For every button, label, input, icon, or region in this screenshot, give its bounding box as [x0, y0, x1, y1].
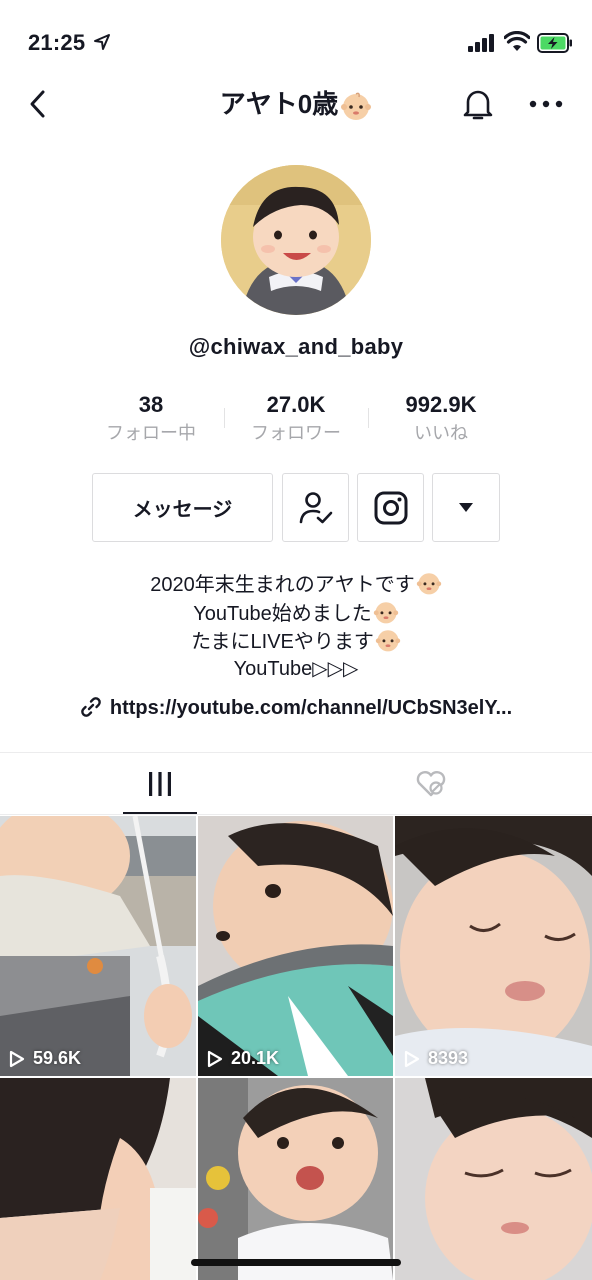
tab-liked-videos[interactable]	[394, 753, 468, 815]
avatar-photo	[221, 165, 371, 315]
play-icon	[404, 1050, 420, 1067]
video-thumbnail-image	[198, 816, 393, 1076]
battery-charging-icon	[537, 33, 572, 53]
view-count-text: 20.1K	[231, 1048, 280, 1068]
video-thumbnail-image	[198, 1078, 393, 1280]
nav-bar: アヤト0歳	[0, 76, 592, 132]
profile-bio: 2020年末生まれのアヤトです YouTube始めました たまにLIVEやります…	[0, 570, 592, 682]
user-check-icon	[299, 491, 332, 523]
link-icon	[81, 697, 101, 717]
bio-line-text: たまにLIVEやります	[191, 631, 374, 653]
bio-line-text: YouTube始めました	[193, 602, 372, 625]
caret-down-icon	[459, 503, 473, 512]
tab-videos[interactable]	[123, 753, 197, 815]
location-arrow-icon	[94, 34, 110, 50]
avatar[interactable]	[221, 165, 371, 315]
following-status-button[interactable]	[282, 473, 349, 542]
stat-divider	[368, 408, 369, 428]
username: @chiwax_and_baby	[188, 334, 404, 359]
video-thumbnail[interactable]: 59.6K	[0, 816, 196, 1076]
video-thumbnail[interactable]	[198, 1078, 393, 1280]
baby-face-emoji-icon	[375, 630, 401, 652]
profile-actions: メッセージ	[0, 473, 592, 542]
bio-line: 2020年末生まれのアヤトです	[0, 570, 592, 599]
more-options-button[interactable]	[526, 84, 566, 124]
message-button[interactable]: メッセージ	[92, 473, 273, 542]
hidden-heart-icon	[416, 771, 446, 797]
wifi-icon	[504, 31, 530, 51]
play-icon	[9, 1050, 25, 1067]
baby-face-emoji-icon	[341, 92, 372, 121]
video-thumbnail-image	[0, 816, 196, 1076]
baby-face-emoji-icon	[373, 601, 398, 623]
divider	[0, 814, 592, 815]
video-thumbnail[interactable]: 8393	[395, 816, 592, 1076]
video-thumbnail-image	[395, 816, 592, 1076]
page-title-text: アヤト0歳	[219, 89, 339, 119]
stat-followers-label: フォロワー	[251, 423, 341, 443]
bio-line: YouTube始めました	[0, 599, 592, 628]
video-thumbnail-image	[395, 1078, 592, 1280]
stat-likes[interactable]: 992.9K いいね	[371, 392, 511, 444]
stat-divider	[224, 408, 225, 428]
suggested-accounts-dropdown-button[interactable]	[432, 473, 500, 542]
status-time: 21:25	[28, 30, 86, 55]
instagram-icon	[374, 491, 407, 524]
instagram-button[interactable]	[357, 473, 424, 542]
video-thumbnail[interactable]	[0, 1078, 196, 1280]
view-count: 20.1K	[207, 1048, 279, 1069]
stat-following-value: 38	[138, 392, 164, 417]
profile-stats: 38 フォロー中 27.0K フォロワー 992.9K いいね	[0, 392, 592, 452]
video-thumbnail-image	[0, 1078, 196, 1280]
bio-line: たまにLIVEやります	[0, 627, 592, 656]
play-icon	[207, 1050, 223, 1067]
home-indicator	[191, 1259, 401, 1266]
bio-line-text: 2020年末生まれのアヤトです	[150, 574, 415, 596]
status-bar: 21:25	[0, 0, 592, 88]
stat-likes-value: 992.9K	[405, 392, 477, 417]
page-title: アヤト0歳	[0, 86, 592, 122]
profile-link-text: https://youtube.com/channel/UCbSN3elY...	[109, 697, 513, 719]
view-count-text: 8393	[428, 1048, 469, 1068]
video-thumbnail[interactable]: 20.1K	[198, 816, 393, 1076]
video-grid: 59.6K 20.1K 8393	[0, 816, 592, 1280]
stat-following-label: フォロー中	[106, 423, 196, 443]
bell-icon	[463, 90, 493, 120]
stat-followers-value: 27.0K	[266, 392, 326, 417]
notification-bell-button[interactable]	[458, 84, 498, 124]
stat-likes-label: いいね	[414, 423, 468, 443]
view-count: 59.6K	[9, 1048, 81, 1069]
view-count: 8393	[404, 1048, 468, 1069]
stat-followers[interactable]: 27.0K フォロワー	[226, 392, 366, 444]
stat-following[interactable]: 38 フォロー中	[81, 392, 221, 444]
bio-line: YouTube▷▷▷	[0, 656, 592, 683]
bio-line-text: YouTube▷▷▷	[233, 657, 359, 680]
cellular-signal-icon	[468, 34, 494, 52]
video-thumbnail[interactable]	[395, 1078, 592, 1280]
baby-face-emoji-icon	[416, 573, 441, 595]
view-count-text: 59.6K	[33, 1048, 82, 1068]
profile-link[interactable]: https://youtube.com/channel/UCbSN3elY...	[0, 694, 592, 722]
profile-tabs	[0, 753, 592, 815]
videos-grid-icon	[149, 772, 171, 796]
more-dots-icon	[529, 100, 563, 108]
